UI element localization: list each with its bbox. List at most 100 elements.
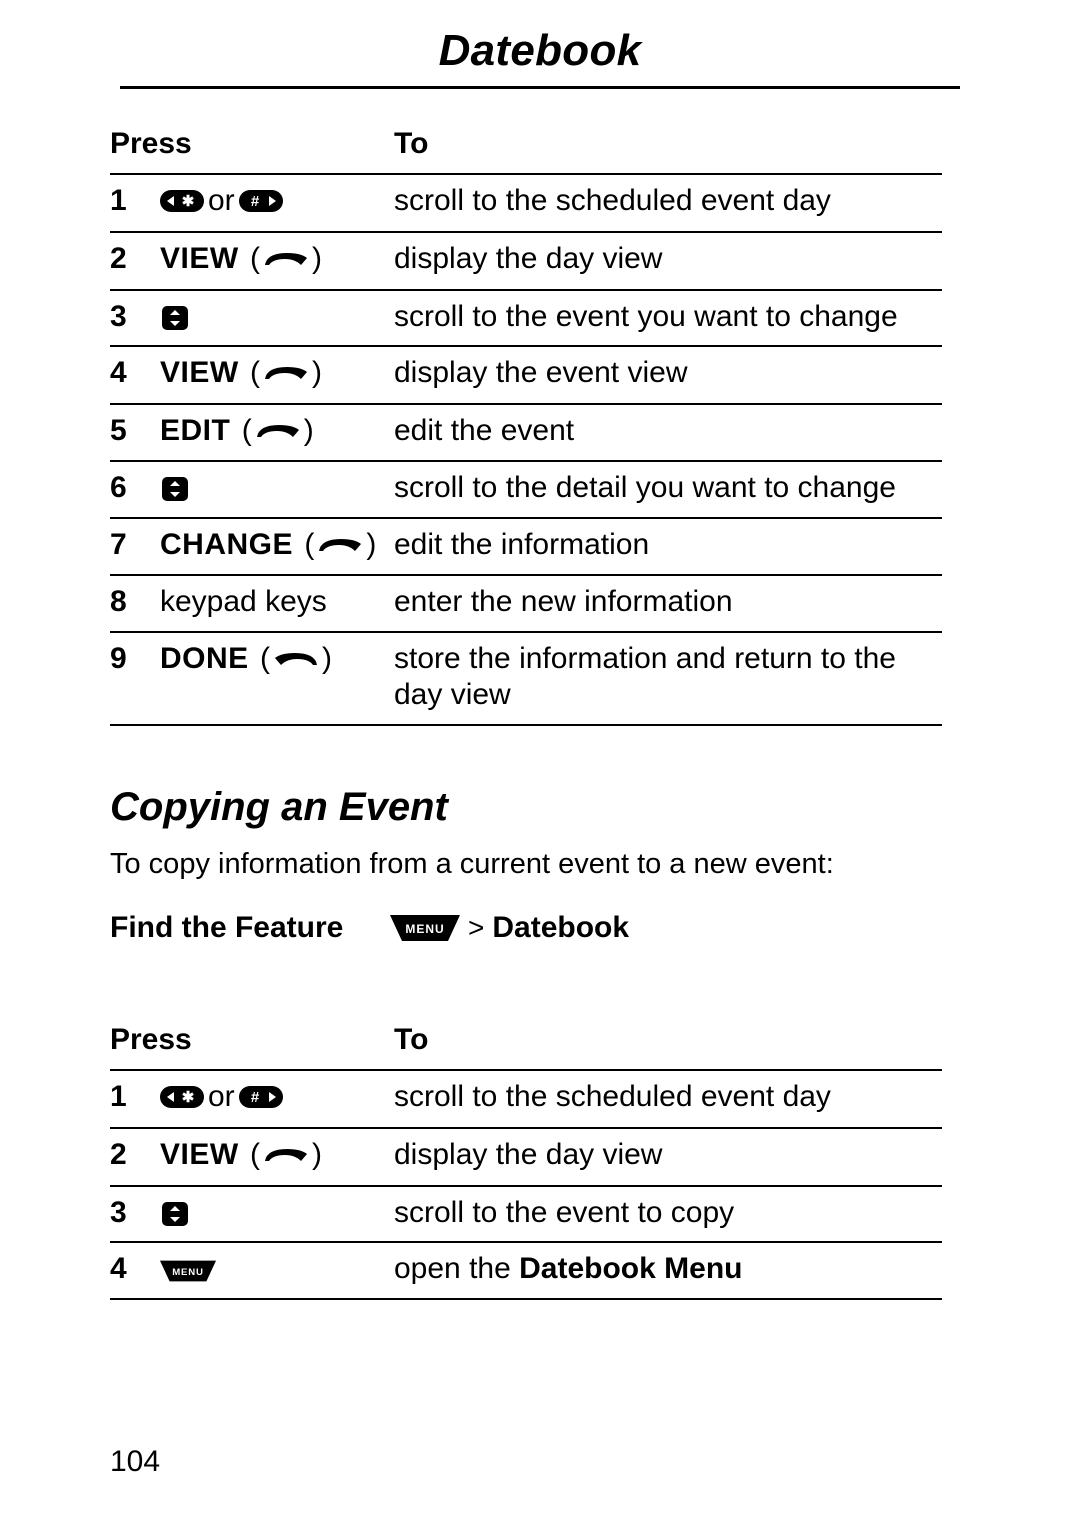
right-softkey-icon — [255, 414, 301, 451]
table-row: 3 scroll to the event you want to change — [110, 290, 942, 347]
table-row: 1 ✱ or — [110, 1070, 942, 1129]
feature-label: Find the Feature — [110, 911, 390, 945]
menu-key-icon: MENU — [390, 913, 460, 943]
step-press: keypad keys — [156, 575, 390, 632]
steps-table-2: Press To 1 ✱ or — [110, 1016, 942, 1300]
step-number: 3 — [110, 1186, 156, 1243]
step-press: MENU — [156, 1242, 390, 1299]
step-to: edit the event — [390, 404, 942, 461]
softkey-label: VIEW — [160, 1138, 239, 1171]
right-softkey-icon — [263, 242, 309, 279]
col-head-press: Press — [110, 120, 390, 174]
step-to: edit the information — [390, 518, 942, 575]
step-to: scroll to the event you want to change — [390, 290, 942, 347]
svg-text:✱: ✱ — [182, 193, 195, 210]
step-press: DONE ( ) — [156, 632, 390, 725]
step-press: EDIT ( ) — [156, 404, 390, 461]
table-row: 6 scroll to the detail you want to chang… — [110, 461, 942, 518]
breadcrumb-separator: > — [468, 912, 484, 944]
table-row: 7 CHANGE ( ) edit the information — [110, 518, 942, 575]
step-to: display the day view — [390, 1128, 942, 1185]
step-to: scroll to the scheduled event day — [390, 174, 942, 233]
step-number: 1 — [110, 174, 156, 233]
col-head-to: To — [390, 120, 942, 174]
menu-key-icon: MENU — [160, 1259, 216, 1283]
step-to: scroll to the event to copy — [390, 1186, 942, 1243]
section-heading: Copying an Event — [110, 785, 942, 830]
softkey-label: CHANGE — [160, 528, 293, 561]
svg-text:✱: ✱ — [182, 1089, 195, 1106]
step-number: 5 — [110, 404, 156, 461]
step-to: enter the new information — [390, 575, 942, 632]
section-copying: Copying an Event To copy information fro… — [110, 785, 942, 975]
to-text-prefix: open the — [394, 1252, 519, 1285]
scroll-key-icons: ✱ or # — [160, 183, 283, 220]
steps-table-1: Press To 1 ✱ o — [110, 120, 942, 726]
page-header: Datebook — [120, 26, 960, 89]
or-text: or — [208, 1079, 235, 1116]
or-text: or — [208, 183, 235, 220]
step-press: ✱ or # — [156, 174, 390, 233]
step-number: 2 — [110, 1128, 156, 1185]
step-to: display the day view — [390, 232, 942, 289]
step-number: 9 — [110, 632, 156, 725]
step-press: VIEW ( ) — [156, 232, 390, 289]
table-header-row: Press To — [110, 120, 942, 174]
table-row: 2 VIEW ( ) display the day view — [110, 1128, 942, 1185]
step-number: 3 — [110, 290, 156, 347]
find-the-feature: Find the Feature MENU > Datebook — [110, 911, 942, 945]
step-number: 6 — [110, 461, 156, 518]
scroll-key-icons: ✱ or # — [160, 1079, 283, 1116]
step-number: 1 — [110, 1070, 156, 1129]
step-press: CHANGE ( ) — [156, 518, 390, 575]
svg-text:MENU: MENU — [172, 1267, 203, 1278]
svg-text:#: # — [251, 193, 260, 210]
step-to: scroll to the scheduled event day — [390, 1070, 942, 1129]
step-to: display the event view — [390, 346, 942, 403]
step-number: 7 — [110, 518, 156, 575]
title-underline — [120, 86, 960, 89]
softkey-label: EDIT — [160, 414, 230, 447]
step-to: scroll to the detail you want to change — [390, 461, 942, 518]
nav-scroll-icon — [160, 1200, 190, 1228]
right-softkey-icon — [263, 356, 309, 393]
step-to: store the information and return to the … — [390, 632, 942, 725]
step-press: VIEW ( ) — [156, 346, 390, 403]
step-press — [156, 290, 390, 347]
table-row: 8 keypad keys enter the new information — [110, 575, 942, 632]
page-number: 104 — [110, 1445, 160, 1479]
col-head-press: Press — [110, 1016, 390, 1070]
left-softkey-icon — [273, 642, 319, 679]
right-hash-pill-icon: # — [239, 190, 283, 212]
step-press — [156, 1186, 390, 1243]
step-to: open the Datebook Menu — [390, 1242, 942, 1299]
table-header-row: Press To — [110, 1016, 942, 1070]
table-row: 2 VIEW ( ) display the day view — [110, 232, 942, 289]
svg-text:MENU: MENU — [405, 922, 444, 936]
svg-text:#: # — [251, 1089, 260, 1106]
col-head-to: To — [390, 1016, 942, 1070]
step-number: 2 — [110, 232, 156, 289]
step-number: 4 — [110, 346, 156, 403]
left-star-pill-icon: ✱ — [160, 190, 204, 212]
softkey-label: VIEW — [160, 356, 239, 389]
step-press: VIEW ( ) — [156, 1128, 390, 1185]
nav-scroll-icon — [160, 475, 190, 503]
table-row: 3 scroll to the event to copy — [110, 1186, 942, 1243]
section-intro: To copy information from a current event… — [110, 848, 942, 881]
right-softkey-icon — [263, 1138, 309, 1175]
table-row: 1 ✱ or — [110, 174, 942, 233]
page: Datebook Press To 1 — [0, 0, 1080, 1525]
table-row: 4 MENU open the Datebook Menu — [110, 1242, 942, 1299]
feature-path: MENU > Datebook — [390, 911, 629, 945]
step-press: ✱ or # — [156, 1070, 390, 1129]
nav-scroll-icon — [160, 304, 190, 332]
table-row: 9 DONE ( ) store the information and ret… — [110, 632, 942, 725]
softkey-label: VIEW — [160, 242, 239, 275]
left-star-pill-icon: ✱ — [160, 1086, 204, 1108]
softkey-label: DONE — [160, 642, 249, 675]
page-title: Datebook — [120, 26, 960, 80]
right-softkey-icon — [317, 528, 363, 565]
table-row: 5 EDIT ( ) edit the event — [110, 404, 942, 461]
step-number: 8 — [110, 575, 156, 632]
